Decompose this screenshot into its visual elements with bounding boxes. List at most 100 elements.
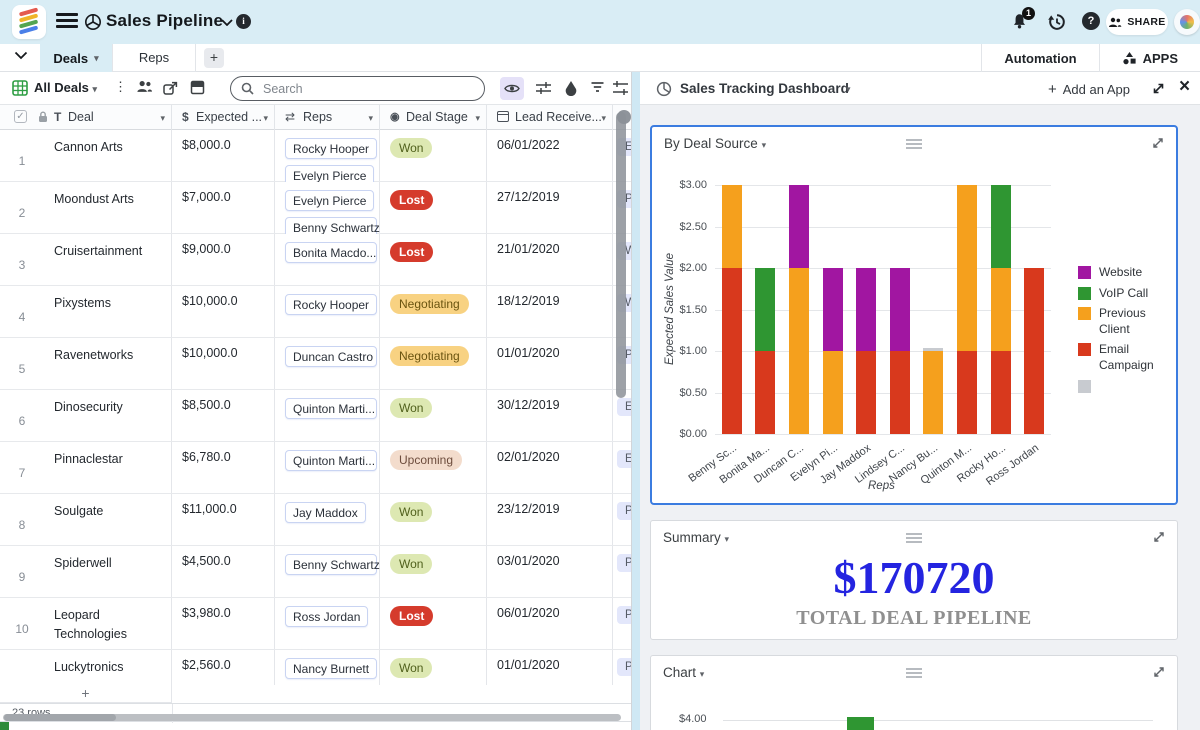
expected-value-cell[interactable]: $8,000.0 <box>172 130 275 181</box>
deal-stage-cell[interactable]: Upcoming <box>380 442 487 493</box>
view-selector[interactable]: All Deals ▾ <box>34 80 97 95</box>
table-row[interactable]: 4Pixystems$10,000.0Rocky HooperNegotiati… <box>0 286 632 338</box>
view-options-kebab-icon[interactable]: ⋮ <box>114 79 127 95</box>
lead-received-cell[interactable]: 02/01/2020 <box>487 442 613 493</box>
form-view-icon[interactable] <box>190 80 205 95</box>
widget-drag-handle-icon[interactable] <box>906 668 922 680</box>
help-icon[interactable]: ? <box>1082 12 1100 30</box>
grid-view-icon[interactable] <box>12 80 28 96</box>
reps-cell[interactable]: Rocky HooperEvelyn Pierce <box>275 130 380 181</box>
lead-received-cell[interactable]: 21/01/2020 <box>487 234 613 285</box>
add-table-button[interactable]: + <box>204 48 224 68</box>
expected-value-cell[interactable]: $11,000.0 <box>172 494 275 545</box>
table-row[interactable]: 8Soulgate$11,000.0Jay MaddoxWon23/12/201… <box>0 494 632 546</box>
widget-expand-icon[interactable] <box>1153 666 1165 678</box>
table-row[interactable]: 2Moondust Arts$7,000.0Evelyn PierceBenny… <box>0 182 632 234</box>
hide-fields-button[interactable] <box>500 77 524 100</box>
expected-value-cell[interactable]: $8,500.0 <box>172 390 275 441</box>
deal-stage-cell[interactable]: Lost <box>380 182 487 233</box>
expected-value-cell[interactable]: $3,980.0 <box>172 598 275 649</box>
lead-received-cell[interactable]: 30/12/2019 <box>487 390 613 441</box>
automation-button[interactable]: Automation <box>981 44 1098 72</box>
dashboard-caret-icon[interactable]: ▾ <box>846 84 851 95</box>
add-row-button[interactable]: + <box>0 685 172 703</box>
table-row[interactable]: 7Pinnaclestar$6,780.0Quinton Marti...Upc… <box>0 442 632 494</box>
reps-cell[interactable]: Benny Schwartz <box>275 546 380 597</box>
deal-source-partial-cell[interactable]: P <box>613 650 632 685</box>
deal-name-cell[interactable]: Cannon Arts <box>44 130 172 181</box>
reps-cell[interactable]: Bonita Macdo... <box>275 234 380 285</box>
column-header-lead-received[interactable]: Lead Receive... ▾ <box>487 105 613 130</box>
widget-expand-icon[interactable] <box>1152 137 1164 149</box>
deal-stage-cell[interactable]: Won <box>380 494 487 545</box>
expected-value-cell[interactable]: $2,560.0 <box>172 650 275 685</box>
tab-deals[interactable]: Deals ▾ <box>40 44 112 72</box>
expand-panel-icon[interactable] <box>1152 82 1165 95</box>
lead-received-cell[interactable]: 01/01/2020 <box>487 338 613 389</box>
expected-value-cell[interactable]: $6,780.0 <box>172 442 275 493</box>
table-row[interactable]: 5Ravenetworks$10,000.0Duncan CastroNegot… <box>0 338 632 390</box>
close-panel-icon[interactable]: × <box>1179 76 1190 98</box>
table-row[interactable]: 6Dinosecurity$8,500.0Quinton Marti...Won… <box>0 390 632 442</box>
share-button[interactable]: SHARE <box>1106 9 1168 35</box>
table-row[interactable]: Luckytronics$2,560.0Nancy BurnettWon01/0… <box>0 650 632 685</box>
widget-expand-icon[interactable] <box>1153 531 1165 543</box>
filter-icon[interactable] <box>590 80 605 94</box>
column-caret-icon[interactable]: ▾ <box>368 113 373 124</box>
deal-name-cell[interactable]: Soulgate <box>44 494 172 545</box>
table-row[interactable]: 9Spiderwell$4,500.0Benny SchwartzWon03/0… <box>0 546 632 598</box>
reps-cell[interactable]: Quinton Marti... <box>275 390 380 441</box>
sort-settings-icon[interactable] <box>612 80 629 96</box>
deal-source-partial-cell[interactable]: P <box>613 598 632 649</box>
deal-stage-cell[interactable]: Won <box>380 130 487 181</box>
deal-stage-cell[interactable]: Lost <box>380 598 487 649</box>
lead-received-cell[interactable]: 03/01/2020 <box>487 546 613 597</box>
deal-name-cell[interactable]: Luckytronics <box>44 650 172 685</box>
user-avatar[interactable] <box>1174 9 1200 35</box>
title-chevron-down-icon[interactable] <box>221 19 233 26</box>
deal-name-cell[interactable]: Spiderwell <box>44 546 172 597</box>
expected-value-cell[interactable]: $10,000.0 <box>172 338 275 389</box>
deal-source-partial-cell[interactable]: E <box>613 442 632 493</box>
widget-drag-handle-icon[interactable] <box>906 533 922 545</box>
reps-cell[interactable]: Duncan Castro <box>275 338 380 389</box>
deal-name-cell[interactable]: Cruisertainment <box>44 234 172 285</box>
column-caret-icon[interactable]: ▾ <box>160 113 165 124</box>
column-caret-icon[interactable]: ▾ <box>475 113 480 124</box>
search-input[interactable] <box>261 81 461 97</box>
vertical-scrollbar[interactable] <box>616 112 626 398</box>
widget-title[interactable]: Chart ▾ <box>663 665 704 680</box>
widget-title[interactable]: By Deal Source ▾ <box>664 136 766 151</box>
widget-chart[interactable]: Chart ▾ $4.00 <box>650 655 1178 730</box>
collaborators-icon[interactable] <box>136 80 153 93</box>
column-header-expected[interactable]: $ Expected ... ▾ <box>172 105 275 130</box>
widget-drag-handle-icon[interactable] <box>906 139 922 151</box>
deal-name-cell[interactable]: Ravenetworks <box>44 338 172 389</box>
add-an-app-button[interactable]: +Add an App <box>1048 81 1130 98</box>
deal-name-cell[interactable]: Pinnaclestar <box>44 442 172 493</box>
info-icon[interactable]: i <box>236 14 251 29</box>
table-row[interactable]: 10Leopard Technologies$3,980.0Ross Jorda… <box>0 598 632 650</box>
select-all-checkbox[interactable]: ✓ <box>14 110 27 123</box>
deal-stage-cell[interactable]: Won <box>380 650 487 685</box>
column-header-deal-stage[interactable]: ◉ Deal Stage ▾ <box>380 105 487 130</box>
lead-received-cell[interactable]: 01/01/2020 <box>487 650 613 685</box>
deal-name-cell[interactable]: Leopard Technologies <box>44 598 172 649</box>
lead-received-cell[interactable]: 18/12/2019 <box>487 286 613 337</box>
tab-reps[interactable]: Reps <box>112 44 196 72</box>
widget-by-deal-source[interactable]: By Deal Source ▾ $0.00$0.50$1.00$1.50$2.… <box>650 125 1178 505</box>
lead-received-cell[interactable]: 27/12/2019 <box>487 182 613 233</box>
lead-received-cell[interactable]: 06/01/2022 <box>487 130 613 181</box>
deal-name-cell[interactable]: Dinosecurity <box>44 390 172 441</box>
column-header-reps[interactable]: ⇄ Reps ▾ <box>275 105 380 130</box>
column-caret-icon[interactable]: ▾ <box>263 113 268 124</box>
horizontal-scrollbar-thumb[interactable] <box>4 714 116 721</box>
reps-cell[interactable]: Nancy Burnett <box>275 650 380 685</box>
row-height-icon[interactable] <box>535 80 552 96</box>
deal-source-partial-cell[interactable]: P <box>613 494 632 545</box>
views-chevron-down-icon[interactable] <box>14 51 28 60</box>
horizontal-scrollbar[interactable] <box>3 714 621 721</box>
workspace-icon[interactable] <box>84 13 102 31</box>
reps-cell[interactable]: Evelyn PierceBenny Schwartz <box>275 182 380 233</box>
expected-value-cell[interactable]: $10,000.0 <box>172 286 275 337</box>
